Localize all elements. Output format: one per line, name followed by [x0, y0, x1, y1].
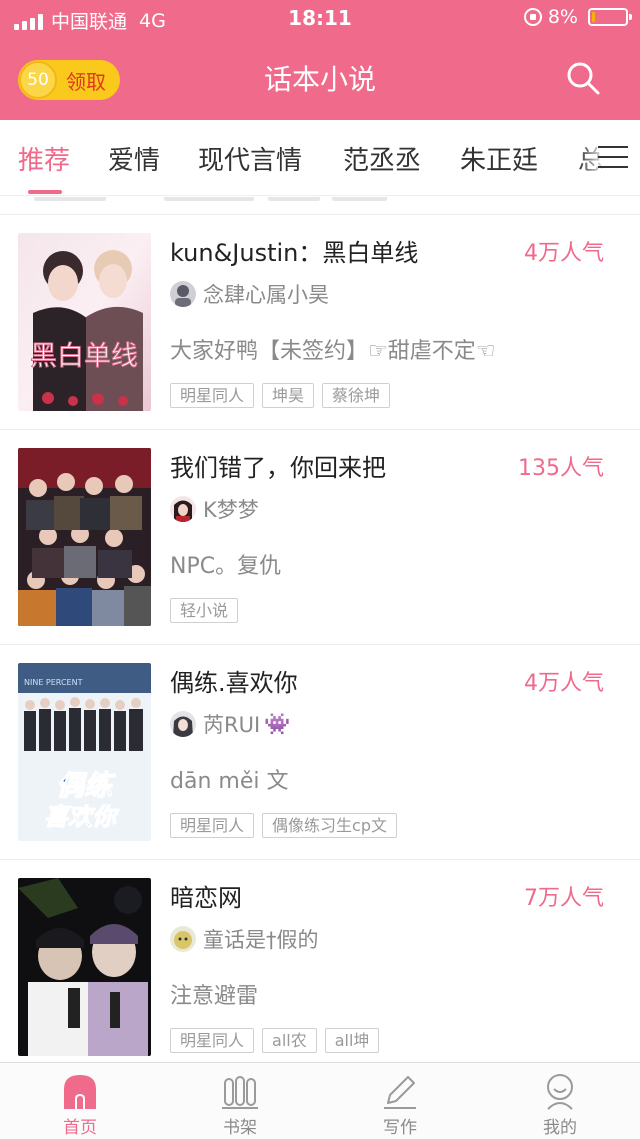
book-tags: 明星同人 坤昊 蔡徐坤	[170, 383, 391, 408]
author-name: 童话是†假的	[203, 928, 319, 952]
nav-profile[interactable]: 我的	[480, 1063, 640, 1139]
cover-caption: NINE PERCENT	[24, 678, 83, 687]
active-tab-indicator	[28, 190, 62, 194]
book-item[interactable]: NINE PERCENT 偶练 喜欢你 偶练.喜欢你 4万人气 芮RUI 👾 d…	[0, 645, 640, 860]
tab-romance[interactable]: 爱情	[108, 140, 160, 177]
status-right: 8%	[523, 6, 632, 28]
book-tags: 明星同人 偶像练习生cp文	[170, 813, 397, 838]
bottom-nav: 首页 书架 写作 我的	[0, 1062, 640, 1139]
profile-icon	[547, 1074, 573, 1110]
book-description: dān měi 文	[170, 769, 289, 794]
battery-percent: 8%	[547, 6, 578, 28]
book-popularity: 135人气	[518, 456, 604, 481]
author-name: 念肆心属小昊	[203, 283, 329, 307]
book-author[interactable]: 念肆心属小昊	[170, 279, 329, 309]
book-tag[interactable]: 偶像练习生cp文	[262, 813, 397, 838]
menu-icon[interactable]	[598, 146, 628, 168]
book-tag[interactable]: 明星同人	[170, 1028, 255, 1053]
status-bar: 中国联通 4G 18:11 8%	[0, 0, 640, 38]
book-author[interactable]: 芮RUI 👾	[170, 709, 290, 739]
home-icon	[64, 1075, 96, 1109]
book-description: 注意避雷	[170, 984, 259, 1009]
battery-fill	[592, 12, 595, 22]
book-tags: 轻小说	[170, 598, 239, 623]
book-cover	[18, 448, 151, 626]
title-bar: 50 领取 话本小说	[0, 38, 640, 120]
book-item[interactable]: 黑白单线 kun&Justin：黑白单线 4万人气 念肆心属小昊 大家好鸭【未签…	[0, 215, 640, 430]
book-description: NPC。复仇	[170, 554, 282, 579]
book-tag[interactable]: 蔡徐坤	[322, 383, 391, 408]
pen-icon	[384, 1076, 416, 1109]
author-name: 芮RUI	[203, 713, 261, 737]
book-item[interactable]: 我们错了，你回来把 135人气 K梦梦 NPC。复仇 轻小说	[0, 430, 640, 645]
page-title: 话本小说	[263, 63, 376, 96]
avatar	[170, 496, 196, 522]
previous-item-remnant	[0, 197, 640, 215]
book-title: 我们错了，你回来把	[170, 454, 386, 482]
cover-title-line-1: 偶练	[56, 769, 116, 802]
avatar	[170, 926, 196, 952]
nav-label: 首页	[63, 1118, 97, 1138]
book-tag[interactable]: 明星同人	[170, 813, 255, 838]
book-title: kun&Justin：黑白单线	[170, 239, 419, 267]
book-tag[interactable]: 轻小说	[170, 598, 239, 623]
nav-label: 书架	[223, 1118, 257, 1138]
cover-title-line-2: 喜欢你	[44, 803, 120, 831]
nav-label: 写作	[383, 1118, 417, 1138]
book-tag[interactable]: all坤	[324, 1028, 380, 1053]
tab-zhu-zhengting[interactable]: 朱正廷	[460, 140, 538, 177]
book-item[interactable]: 暗恋网 7万人气 童话是†假的 注意避雷 明星同人 all农 all坤	[0, 860, 640, 1062]
battery-icon	[588, 8, 632, 26]
nav-bookshelf[interactable]: 书架	[160, 1063, 320, 1139]
book-cover: 黑白单线	[18, 233, 151, 411]
book-tag[interactable]: 明星同人	[170, 383, 255, 408]
nav-home[interactable]: 首页	[0, 1063, 160, 1139]
author-emoji: 👾	[264, 711, 291, 736]
book-author[interactable]: K梦梦	[170, 494, 259, 524]
category-tabs: 推荐 爱情 现代言情 范丞丞 朱正廷 总	[0, 120, 640, 196]
nav-label: 我的	[543, 1118, 577, 1138]
avatar	[170, 711, 196, 737]
book-description: 大家好鸭【未签约】☞甜虐不定☜	[170, 339, 496, 364]
book-popularity: 4万人气	[524, 671, 604, 696]
nav-write[interactable]: 写作	[320, 1063, 480, 1139]
tab-modern-romance[interactable]: 现代言情	[198, 140, 302, 177]
author-name: K梦梦	[203, 498, 259, 522]
bookshelf-icon	[222, 1076, 258, 1109]
book-author[interactable]: 童话是†假的	[170, 924, 319, 954]
cover-title: 黑白单线	[30, 341, 138, 372]
book-cover: NINE PERCENT 偶练 喜欢你	[18, 663, 151, 841]
rotation-lock-icon	[523, 8, 542, 26]
book-popularity: 4万人气	[524, 241, 604, 266]
book-tag[interactable]: all农	[262, 1028, 317, 1053]
tab-fan-chengcheng[interactable]: 范丞丞	[343, 140, 421, 177]
app-header: 中国联通 4G 18:11 8% 50 领取 话本小说	[0, 0, 640, 120]
tab-recommend[interactable]: 推荐	[18, 140, 70, 177]
book-cover	[18, 878, 151, 1056]
book-list: 黑白单线 kun&Justin：黑白单线 4万人气 念肆心属小昊 大家好鸭【未签…	[0, 197, 640, 1062]
book-title: 偶练.喜欢你	[170, 669, 298, 697]
book-title: 暗恋网	[170, 884, 242, 912]
book-tags: 明星同人 all农 all坤	[170, 1028, 380, 1053]
search-icon[interactable]	[566, 61, 600, 95]
avatar	[170, 281, 196, 307]
book-popularity: 7万人气	[524, 886, 604, 911]
book-tag[interactable]: 坤昊	[262, 383, 315, 408]
